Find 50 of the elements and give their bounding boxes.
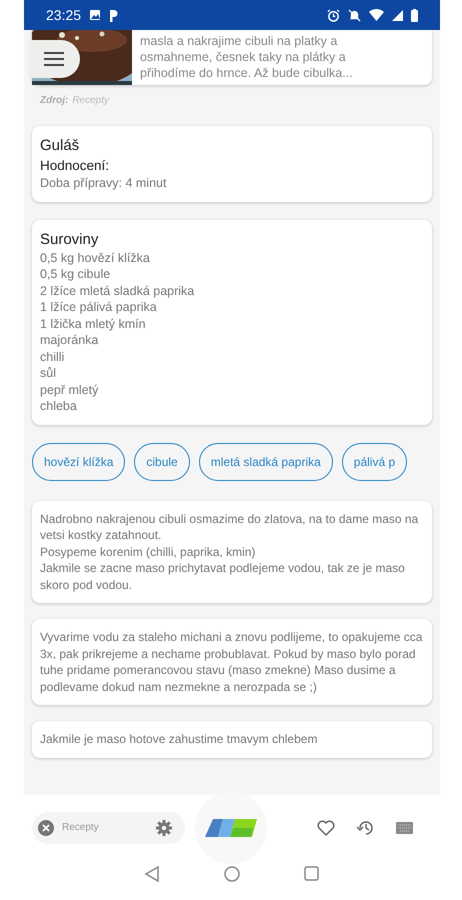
ingredient-chip[interactable]: pálivá p <box>342 442 408 480</box>
settings-icon[interactable] <box>156 820 172 836</box>
heart-icon <box>317 820 335 836</box>
back-icon[interactable] <box>144 866 160 882</box>
step-text: Jakmile se zacne maso prichytavat podlejeme vodou, tak ze je maso skoro pod vodou. <box>40 560 406 593</box>
ingredient-item: pepř mletý <box>40 382 100 398</box>
ingredient-chip[interactable]: hovězí klížka <box>32 442 126 480</box>
step-text: Vyvarime vodu za staleho michani a znovu podlijeme, to opakujeme cca 3x, pak prikrejeme a nechame probublavat. Pokud by maso bylo porad tuhe pridame pomerancovou stavu (maso zmekne) Maso dusime a podlevame dokud nam nezmekne a nerozpada se ;) <box>40 629 424 695</box>
ingredient-item: 0,5 kg cibule <box>40 266 112 282</box>
menu-icon <box>44 52 64 66</box>
rating-label: Hodnocení: <box>40 157 110 175</box>
muted-bell-icon <box>348 8 361 22</box>
ingredient-chip[interactable]: cibule <box>134 442 190 480</box>
ingredient-item: sůl <box>40 365 57 382</box>
prep-time: Doba přípravy: 4 minut <box>40 175 168 192</box>
history-icon <box>357 820 374 836</box>
ingredient-chip[interactable]: mletá sladká paprika <box>198 442 333 480</box>
ingredient-item: 2 lžíce mletá sladká paprika <box>40 282 196 299</box>
keyboard-button[interactable] <box>396 822 413 834</box>
ingredient-item: 1 lžička mletý kmín <box>40 316 147 332</box>
history-button[interactable] <box>357 820 374 836</box>
recipe-preview-text: přihodíme do hrnce. Až bude cibulka... <box>140 65 353 81</box>
favorite-button[interactable] <box>317 820 335 836</box>
menu-button[interactable] <box>28 40 80 78</box>
recents-icon[interactable] <box>304 866 318 881</box>
parking-icon <box>109 8 120 22</box>
source-value: Recepty <box>72 95 110 106</box>
image-icon <box>89 9 102 21</box>
ingredient-item: 0,5 kg hovězí klížka <box>40 250 151 266</box>
step-text: Nadrobno nakrajenou cibuli osmazime do zlatova, na to dame maso na vetsi kostky zatahnout. <box>40 510 420 544</box>
recipe-preview-text: masla a nakrajime cibuli na platky a <box>140 33 338 49</box>
recipe-preview-text: osmahneme, česnek taky na plátky a <box>140 49 347 65</box>
home-icon[interactable] <box>224 866 240 882</box>
clear-icon[interactable] <box>38 820 54 836</box>
ingredient-item: majoránka <box>40 332 100 348</box>
step-text: Jakmile je maso hotove zahustime tmavym chlebem <box>40 731 318 748</box>
ingredients-title: Suroviny <box>40 230 100 250</box>
battery-icon <box>411 8 418 22</box>
ingredient-item: chilli <box>40 348 66 365</box>
source-label: Zdroj: <box>40 95 68 106</box>
signal-icon <box>392 10 403 20</box>
alarm-icon <box>327 8 340 22</box>
step-text: Posypeme korenim (chilli, paprika, kmin) <box>40 544 256 560</box>
clock-time: 23:25 <box>46 7 82 23</box>
ingredient-item: 1 lžíce pálivá paprika <box>40 299 158 316</box>
wifi-icon <box>369 9 384 21</box>
recipe-title: Guláš <box>40 136 80 156</box>
logo-icon <box>205 818 257 836</box>
keyboard-icon <box>396 822 413 834</box>
ingredient-item: chleba <box>40 398 78 414</box>
